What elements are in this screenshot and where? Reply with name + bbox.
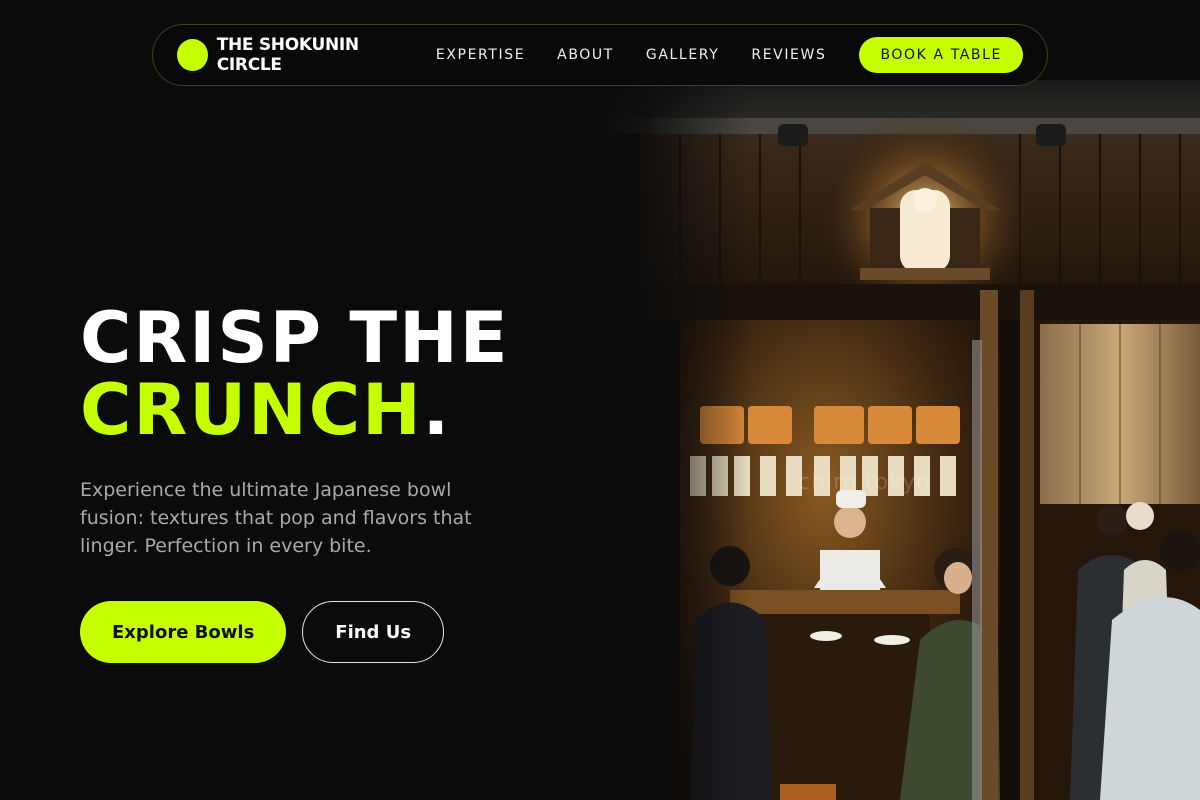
nav-link-about[interactable]: ABOUT	[557, 47, 614, 63]
hero-section: CRISP THE CRUNCH. Experience the ultimat…	[80, 302, 600, 663]
hero-title-line1: CRISP THE	[80, 297, 510, 379]
photo-top-shade	[600, 80, 1200, 120]
photo-fade-overlay	[600, 80, 750, 800]
hero-actions: Explore Bowls Find Us	[80, 601, 600, 663]
hero-title-period: .	[422, 369, 452, 451]
hero-title: CRISP THE CRUNCH.	[80, 302, 600, 446]
nav-link-reviews[interactable]: REVIEWS	[751, 47, 826, 63]
brand-logo-dot-icon	[177, 39, 208, 71]
nav-links: EXPERTISE ABOUT GALLERY REVIEWS	[436, 47, 827, 63]
top-navigation: THE SHOKUNIN CIRCLE EXPERTISE ABOUT GALL…	[152, 24, 1048, 86]
explore-bowls-button[interactable]: Explore Bowls	[80, 601, 287, 663]
hero-subtitle: Experience the ultimate Japanese bowl fu…	[80, 479, 472, 557]
nav-link-expertise[interactable]: EXPERTISE	[436, 47, 525, 63]
hero-photo: chiro tokyo	[600, 80, 1200, 800]
brand-name: THE SHOKUNIN CIRCLE	[216, 35, 359, 75]
photo-watermark: chiro tokyo	[798, 470, 931, 495]
find-us-button[interactable]: Find Us	[302, 601, 445, 663]
book-a-table-button[interactable]: BOOK A TABLE	[859, 37, 1023, 73]
nav-link-gallery[interactable]: GALLERY	[646, 47, 719, 63]
hero-title-accent: CRUNCH	[80, 369, 423, 451]
landing-page: chiro tokyo THE SHOKUNIN CIRCLE EXPERTIS…	[0, 0, 1200, 800]
brand[interactable]: THE SHOKUNIN CIRCLE	[177, 35, 421, 75]
